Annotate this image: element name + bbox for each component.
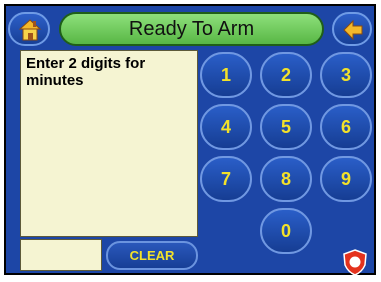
back-button[interactable] — [332, 12, 372, 46]
key-2[interactable]: 2 — [260, 52, 312, 98]
key-0[interactable]: 0 — [260, 208, 312, 254]
key-9[interactable]: 9 — [320, 156, 372, 202]
digit-entry-display — [20, 239, 102, 271]
emergency-button[interactable] — [340, 248, 370, 277]
home-button[interactable] — [8, 12, 50, 46]
clear-button[interactable]: CLEAR — [106, 241, 198, 270]
key-4[interactable]: 4 — [200, 104, 252, 150]
key-6[interactable]: 6 — [320, 104, 372, 150]
key-7[interactable]: 7 — [200, 156, 252, 202]
instruction-display: Enter 2 digits for minutes — [20, 50, 198, 237]
key-1[interactable]: 1 — [200, 52, 252, 98]
key-3[interactable]: 3 — [320, 52, 372, 98]
key-8[interactable]: 8 — [260, 156, 312, 202]
key-5[interactable]: 5 — [260, 104, 312, 150]
page-title: Ready To Arm — [59, 12, 324, 46]
screen-frame: Ready To Arm Enter 2 digits for minutes … — [0, 0, 381, 282]
emergency-shield-icon — [343, 249, 367, 276]
back-arrow-icon — [343, 19, 363, 41]
home-icon — [18, 19, 42, 41]
